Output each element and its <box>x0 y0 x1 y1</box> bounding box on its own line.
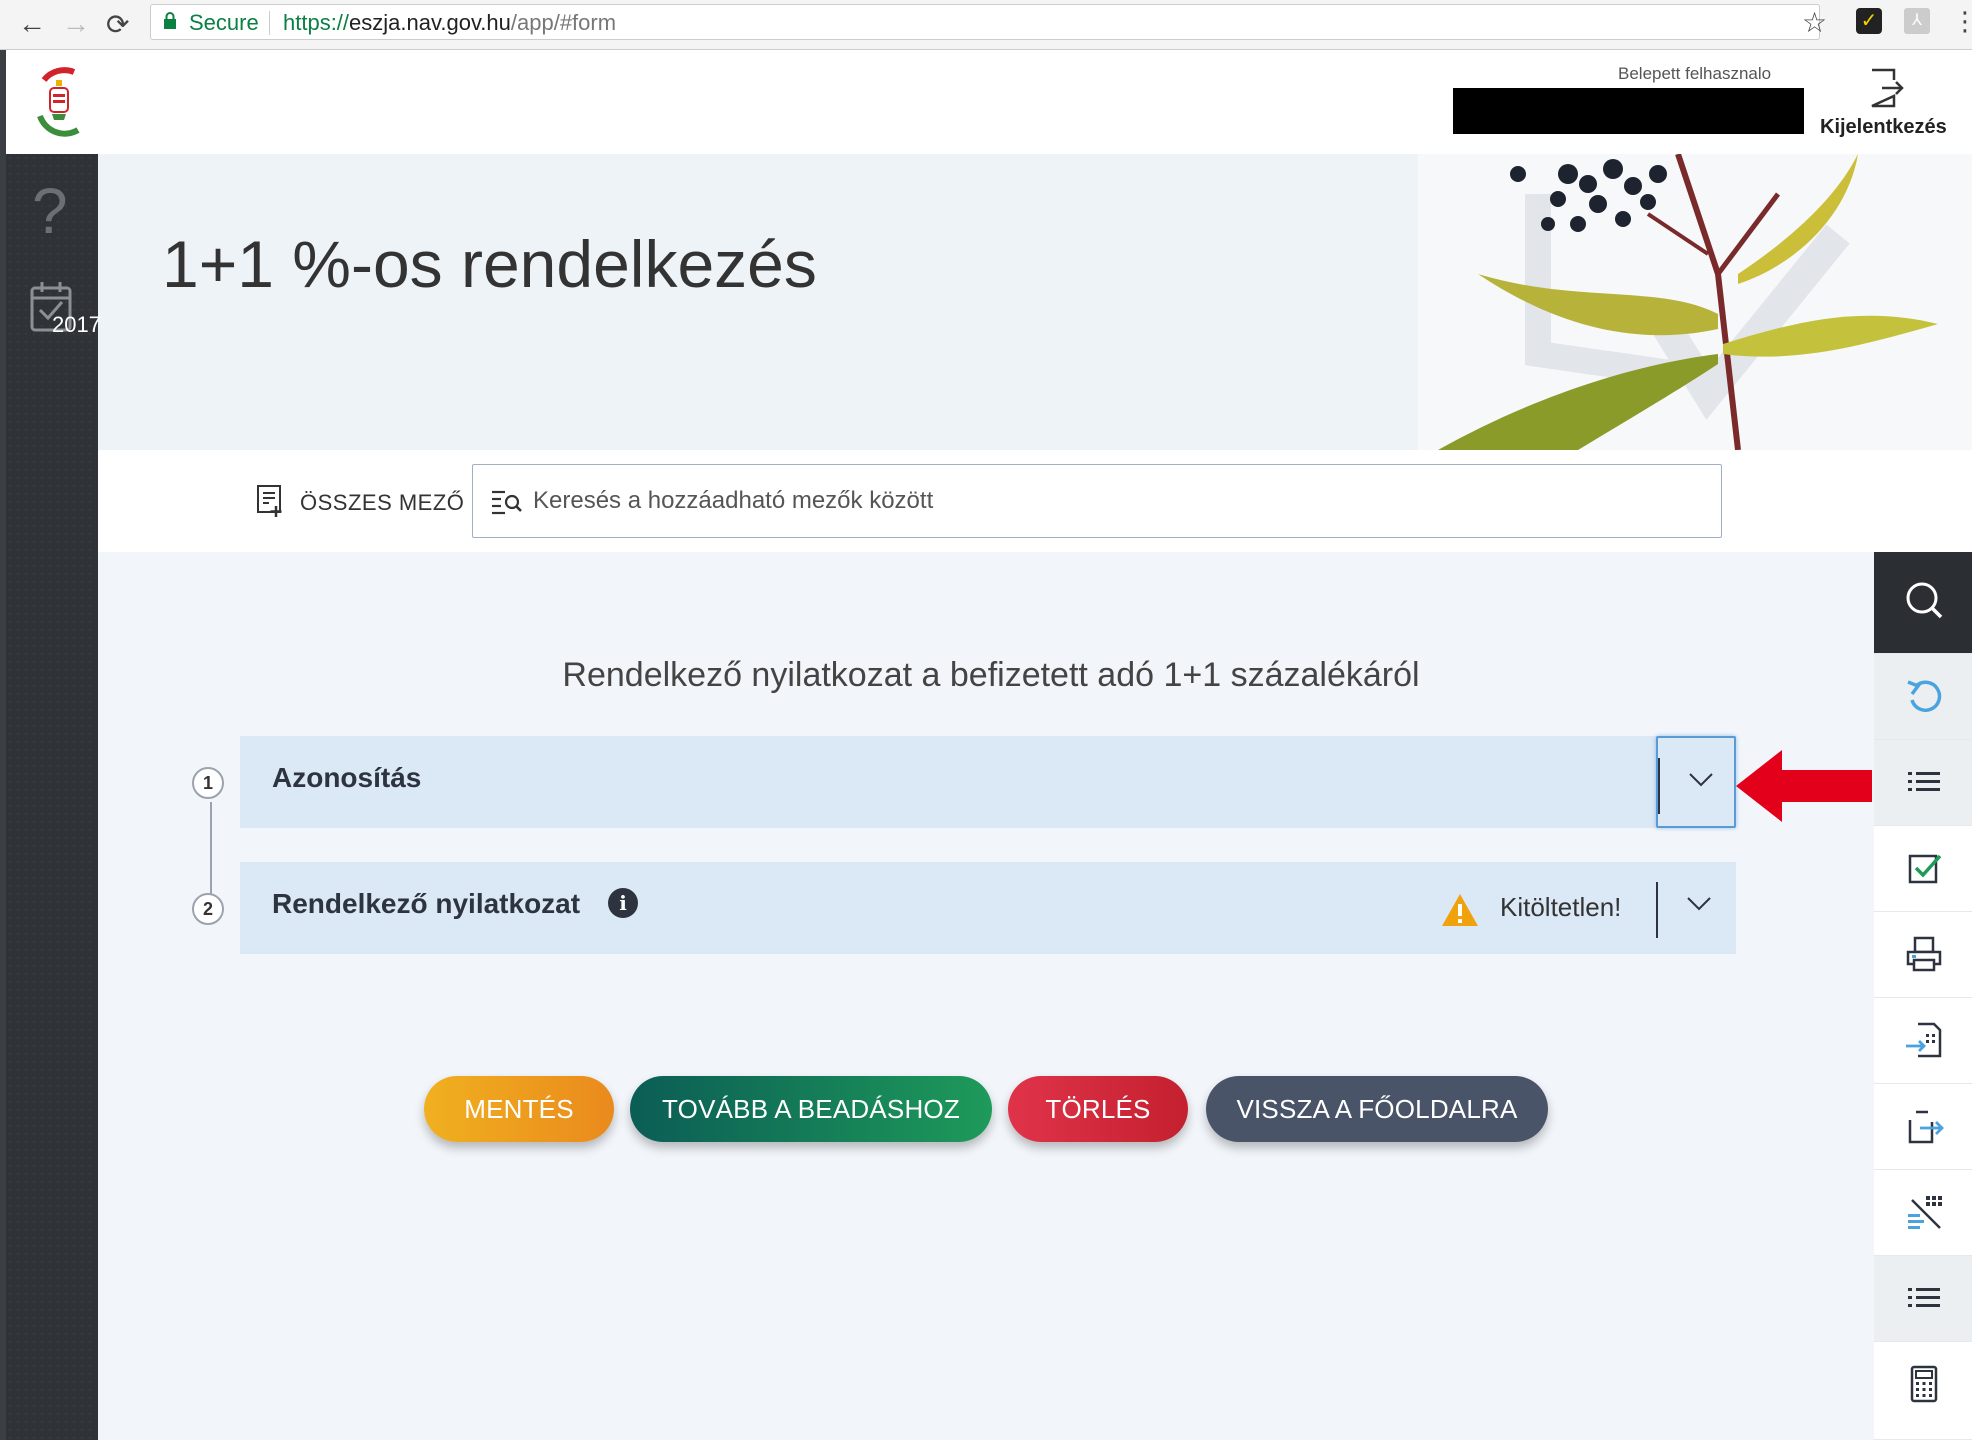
field-settings-button[interactable] <box>1874 1170 1972 1256</box>
step-title: Azonosítás <box>272 762 422 793</box>
undo-button[interactable] <box>1874 654 1972 740</box>
tax-year: 2017 <box>52 312 101 337</box>
import-button[interactable] <box>1874 998 1972 1084</box>
back-to-home-button[interactable]: VISSZA A FŐOLDALRA <box>1206 1076 1548 1142</box>
bookmark-star-icon[interactable]: ☆ <box>1802 6 1827 39</box>
expand-toggle-button[interactable] <box>1656 862 1736 954</box>
chevron-down-icon <box>1687 897 1711 911</box>
list-view-button[interactable] <box>1874 1256 1972 1342</box>
list-search-icon <box>492 490 522 515</box>
step-connector <box>210 802 212 894</box>
elderberry-decoration-icon <box>1418 154 1972 450</box>
lock-icon <box>164 12 176 29</box>
government-logo-icon[interactable] <box>30 60 88 146</box>
warning-icon <box>1442 894 1478 926</box>
back-icon[interactable]: ← <box>18 8 46 40</box>
search-button[interactable] <box>1874 552 1972 654</box>
check-icon <box>1908 854 1942 884</box>
all-fields-label: ÖSSZES MEZŐ <box>300 490 465 515</box>
step-title: Rendelkező nyilatkozat <box>272 888 581 919</box>
red-arrow-annotation-icon <box>1736 750 1872 822</box>
list-icon <box>1908 772 1940 791</box>
url-path: /app/#form <box>510 10 617 35</box>
list-icon <box>1908 1288 1940 1307</box>
url-text: https://eszja.nav.gov.hu/app/#form <box>283 10 616 36</box>
pdf-extension-icon[interactable]: ⅄ <box>1904 8 1930 34</box>
proceed-to-submit-button[interactable]: TOVÁBB A BEADÁSHOZ <box>630 1076 992 1142</box>
export-button[interactable] <box>1874 1084 1972 1170</box>
secure-label: Secure <box>189 10 259 35</box>
calculator-icon <box>1910 1365 1938 1403</box>
expand-toggle-button[interactable] <box>1656 736 1736 828</box>
info-icon[interactable]: i <box>608 888 638 918</box>
help-icon[interactable]: ? <box>32 174 68 248</box>
delete-button[interactable]: TÖRLÉS <box>1008 1076 1188 1142</box>
toggle-separator <box>1658 758 1660 814</box>
logout-icon <box>1871 68 1904 108</box>
field-search-bar: ÖSSZES MEZŐ <box>98 450 1972 552</box>
browser-toolbar: ← → ⟳ Secure https://eszja.nav.gov.hu/ap… <box>0 0 1972 50</box>
print-button[interactable] <box>1874 912 1972 998</box>
hero-banner: 1+1 %-os rendelkezés <box>98 154 1972 450</box>
field-settings-icon <box>1908 1196 1942 1229</box>
logged-in-user-label: Belepett felhasznalo <box>1616 64 1774 84</box>
step-number: 2 <box>192 893 224 925</box>
url-host: eszja.nav.gov.hu <box>349 10 511 35</box>
export-icon <box>1908 1110 1944 1144</box>
form-heading: Rendelkező nyilatkozat a befizetett adó … <box>562 656 1420 694</box>
check-button[interactable] <box>1874 826 1972 912</box>
import-icon <box>1906 1022 1942 1058</box>
status-text: Kitöltetlen! <box>1500 892 1622 922</box>
url-scheme: https:// <box>283 10 350 35</box>
undo-icon <box>1907 680 1942 713</box>
right-toolbar <box>1874 552 1972 1440</box>
step-number: 1 <box>192 767 224 799</box>
field-search-box[interactable] <box>472 464 1722 538</box>
step-identification[interactable]: 1 Azonosítás <box>192 736 1736 828</box>
browser-menu-icon[interactable]: ⋮ <box>1952 6 1972 37</box>
address-separator <box>269 11 270 35</box>
forward-icon[interactable]: → <box>62 8 90 40</box>
redacted-username <box>1453 88 1813 134</box>
left-sidebar: ? 2017 <box>6 154 101 1440</box>
outline-button[interactable] <box>1874 740 1972 826</box>
logout-button[interactable]: Kijelentkezés <box>1804 50 1972 154</box>
print-icon <box>1906 936 1942 972</box>
toggle-separator <box>1656 882 1658 938</box>
step-declaration[interactable]: 2 Rendelkező nyilatkozat i Kitöltetlen! <box>192 862 1736 954</box>
chevron-down-icon <box>1689 773 1713 787</box>
extension-icon[interactable]: ✓ <box>1856 8 1882 34</box>
search-icon <box>1906 582 1943 619</box>
calculator-button[interactable] <box>1874 1342 1972 1440</box>
form-add-icon <box>257 485 282 517</box>
reload-icon[interactable]: ⟳ <box>106 8 129 41</box>
field-search-input[interactable] <box>533 479 1703 523</box>
address-bar[interactable]: Secure https://eszja.nav.gov.hu/app/#for… <box>150 4 1820 40</box>
logout-label: Kijelentkezés <box>1820 116 1947 138</box>
save-button[interactable]: MENTÉS <box>424 1076 614 1142</box>
page-title: 1+1 %-os rendelkezés <box>162 227 817 301</box>
